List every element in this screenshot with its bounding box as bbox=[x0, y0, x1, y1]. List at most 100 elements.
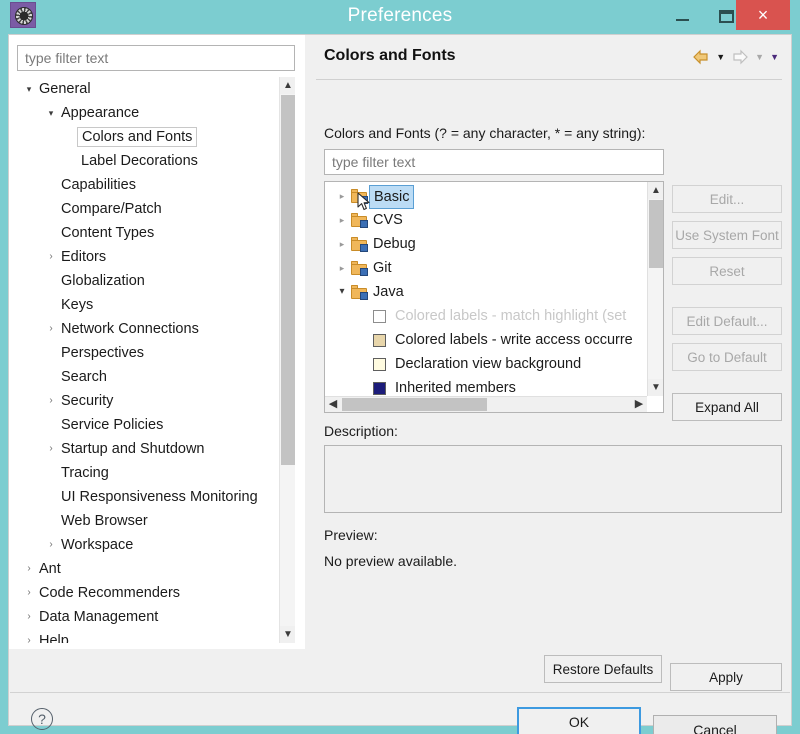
sidebar-item-label-decorations[interactable]: Label Decorations bbox=[17, 149, 279, 173]
use-system-font-button: Use System Font bbox=[672, 221, 782, 249]
color-category-row[interactable]: ▸ Git bbox=[325, 256, 647, 280]
sidebar-vertical-scrollbar[interactable]: ▲ ▼ bbox=[279, 77, 295, 643]
scroll-down-icon[interactable]: ▼ bbox=[648, 379, 663, 396]
preferences-tree-panel: ▾General▾AppearanceColors and FontsLabel… bbox=[9, 35, 305, 649]
expand-triangle-icon[interactable]: › bbox=[23, 629, 35, 643]
sidebar-item-code-recommenders[interactable]: › Code Recommenders bbox=[17, 581, 279, 605]
expand-triangle-icon[interactable]: ▸ bbox=[337, 184, 347, 208]
colors-fonts-action-buttons: Edit... Use System Font Reset Edit Default.… bbox=[672, 185, 782, 421]
expand-all-button[interactable]: Expand All bbox=[672, 393, 782, 421]
sidebar-item-editors[interactable]: › Editors bbox=[17, 245, 279, 269]
expand-triangle-icon[interactable]: › bbox=[45, 437, 57, 461]
collapse-triangle-icon[interactable]: ▾ bbox=[337, 280, 347, 304]
sidebar-item-label: Code Recommenders bbox=[39, 585, 181, 601]
sidebar-item-appearance[interactable]: ▾ Appearance bbox=[17, 101, 279, 125]
scroll-left-icon[interactable]: ◀ bbox=[325, 397, 341, 412]
expand-triangle-icon[interactable]: › bbox=[45, 533, 57, 557]
ok-button[interactable]: OK bbox=[517, 707, 641, 734]
back-arrow-icon[interactable] bbox=[692, 49, 710, 65]
expand-triangle-icon[interactable]: › bbox=[23, 605, 35, 629]
sidebar-item-label: Compare/Patch bbox=[61, 201, 162, 217]
sidebar-item-startup-and-shutdown[interactable]: › Startup and Shutdown bbox=[17, 437, 279, 461]
help-icon[interactable]: ? bbox=[31, 708, 53, 730]
view-menu-icon[interactable]: ▼ bbox=[770, 49, 779, 65]
expand-triangle-icon[interactable]: › bbox=[45, 317, 57, 341]
sidebar-item-workspace[interactable]: › Workspace bbox=[17, 533, 279, 557]
apply-button[interactable]: Apply bbox=[670, 663, 782, 691]
sidebar-item-label: Keys bbox=[61, 297, 94, 313]
header-divider bbox=[316, 79, 782, 80]
colors-tree-horizontal-scrollbar[interactable]: ◀ ▶ bbox=[325, 396, 647, 412]
sidebar-item-ui-responsiveness-monitoring[interactable]: UI Responsiveness Monitoring bbox=[17, 485, 279, 509]
color-list-item[interactable]: Colored labels - match highlight (set bbox=[325, 304, 647, 328]
sidebar-item-colors-and-fonts[interactable]: Colors and Fonts bbox=[17, 125, 279, 149]
expand-triangle-icon[interactable]: › bbox=[45, 245, 57, 269]
sidebar-item-label: Perspectives bbox=[61, 345, 145, 361]
sidebar-item-help[interactable]: › Help bbox=[17, 629, 279, 643]
scroll-down-icon[interactable]: ▼ bbox=[280, 626, 295, 643]
scroll-up-icon[interactable]: ▲ bbox=[280, 77, 295, 94]
sidebar-item-tracing[interactable]: Tracing bbox=[17, 461, 279, 485]
color-category-row[interactable]: ▸ CVS bbox=[325, 208, 647, 232]
colors-tree-scroll-thumb[interactable] bbox=[649, 200, 663, 268]
colors-tree-vertical-scrollbar[interactable]: ▲ ▼ bbox=[647, 182, 663, 396]
color-item-label: Colored labels - write access occurre bbox=[395, 332, 633, 348]
restore-defaults-button[interactable]: Restore Defaults bbox=[544, 655, 662, 683]
category-folder-icon bbox=[351, 285, 368, 300]
scroll-up-icon[interactable]: ▲ bbox=[648, 182, 663, 199]
color-list-item[interactable]: Colored labels - write access occurre bbox=[325, 328, 647, 352]
sidebar-item-data-management[interactable]: › Data Management bbox=[17, 605, 279, 629]
expand-triangle-icon[interactable]: ▸ bbox=[337, 232, 347, 256]
sidebar-item-label: Appearance bbox=[61, 105, 140, 121]
sidebar-item-perspectives[interactable]: Perspectives bbox=[17, 341, 279, 365]
sidebar-item-web-browser[interactable]: Web Browser bbox=[17, 509, 279, 533]
sidebar-item-globalization[interactable]: Globalization bbox=[17, 269, 279, 293]
reset-button: Reset bbox=[672, 257, 782, 285]
sidebar-item-label: Data Management bbox=[39, 609, 159, 625]
color-category-row[interactable]: ▸ Debug bbox=[325, 232, 647, 256]
close-button[interactable]: × bbox=[736, 0, 790, 30]
sidebar-item-compare-patch[interactable]: Compare/Patch bbox=[17, 197, 279, 221]
colors-fonts-tree[interactable]: ▸ Basic ▸ CVS ▸ Debug ▸ Git ▾ Java Colored labels … bbox=[324, 181, 664, 413]
sidebar-item-content-types[interactable]: Content Types bbox=[17, 221, 279, 245]
expand-triangle-icon[interactable]: › bbox=[23, 581, 35, 605]
maximize-icon bbox=[718, 9, 734, 23]
sidebar-item-network-connections[interactable]: › Network Connections bbox=[17, 317, 279, 341]
sidebar-item-label: General bbox=[39, 81, 91, 97]
expand-triangle-icon[interactable]: ▸ bbox=[337, 256, 347, 280]
expand-triangle-icon[interactable]: › bbox=[45, 389, 57, 413]
edit-default-button: Edit Default... bbox=[672, 307, 782, 335]
expand-triangle-icon[interactable]: ▸ bbox=[337, 208, 347, 232]
sidebar-item-label: Workspace bbox=[61, 537, 134, 553]
minimize-button[interactable] bbox=[660, 0, 704, 32]
sidebar-item-search[interactable]: Search bbox=[17, 365, 279, 389]
sidebar-item-capabilities[interactable]: Capabilities bbox=[17, 173, 279, 197]
scroll-right-icon[interactable]: ▶ bbox=[631, 397, 647, 412]
sidebar-scroll-thumb[interactable] bbox=[281, 95, 295, 465]
sidebar-item-ant[interactable]: › Ant bbox=[17, 557, 279, 581]
sidebar-item-general[interactable]: ▾ General bbox=[17, 77, 279, 101]
collapse-triangle-icon[interactable]: ▾ bbox=[23, 77, 35, 101]
colors-tree-hscroll-thumb[interactable] bbox=[342, 398, 487, 411]
color-category-row[interactable]: ▾ Java bbox=[325, 280, 647, 304]
dialog-footer: ? OK Cancel bbox=[9, 693, 791, 734]
close-icon: × bbox=[757, 5, 769, 25]
cancel-button[interactable]: Cancel bbox=[653, 715, 777, 734]
colors-fonts-filter-input[interactable] bbox=[324, 149, 664, 175]
color-list-item[interactable]: Declaration view background bbox=[325, 352, 647, 376]
color-item-label: Git bbox=[373, 260, 392, 276]
color-item-label: Basic bbox=[369, 185, 415, 209]
forward-dropdown-icon: ▼ bbox=[755, 52, 765, 62]
color-category-row[interactable]: ▸ Basic bbox=[325, 184, 647, 209]
expand-triangle-icon[interactable]: › bbox=[23, 557, 35, 581]
go-to-default-button: Go to Default bbox=[672, 343, 782, 371]
sidebar-item-keys[interactable]: Keys bbox=[17, 293, 279, 317]
sidebar-filter-input[interactable] bbox=[17, 45, 295, 71]
collapse-triangle-icon[interactable]: ▾ bbox=[45, 101, 57, 125]
back-dropdown-icon[interactable]: ▼ bbox=[716, 49, 725, 65]
sidebar-item-security[interactable]: › Security bbox=[17, 389, 279, 413]
sidebar-item-service-policies[interactable]: Service Policies bbox=[17, 413, 279, 437]
sidebar-item-label: Label Decorations bbox=[81, 153, 198, 169]
sidebar-tree[interactable]: ▾ General ▾ Appearance Colors and Fonts Label… bbox=[17, 77, 295, 643]
description-box bbox=[324, 445, 782, 513]
